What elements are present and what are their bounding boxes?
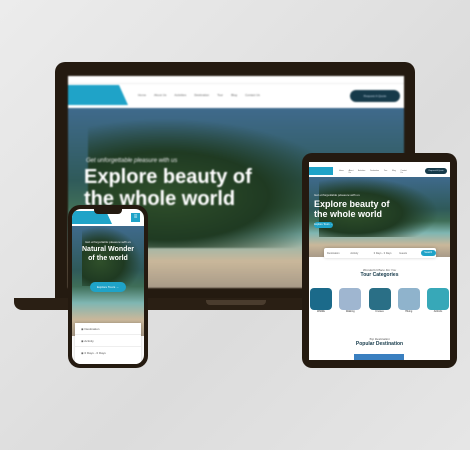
phone-notch	[94, 209, 122, 214]
nav-item[interactable]: Contact Us	[245, 93, 260, 97]
category-card[interactable]: Cruises	[368, 288, 391, 313]
nav-item[interactable]: Contact Us	[401, 169, 407, 174]
category-card[interactable]: Airbirds	[427, 288, 449, 313]
search-destination[interactable]: Destination	[327, 252, 346, 255]
tablet-screen: Home About Us Activities Destination Tou…	[309, 162, 450, 360]
quote-button[interactable]: Request A Quote	[425, 168, 447, 174]
search-bar: Destination Activity 0 Days - 0 Days Gue…	[324, 248, 436, 258]
nav: Home About Us Activities Destination Tou…	[339, 169, 412, 174]
nav-item[interactable]: Blog	[392, 169, 396, 174]
top-bar	[68, 76, 404, 84]
nav-item[interactable]: Destination	[370, 169, 379, 174]
categories-title: Tour Categories	[360, 272, 399, 278]
popular-title: Popular Destination	[355, 341, 404, 347]
hero-title-line1: Natural Wonder	[82, 246, 134, 253]
field-destination[interactable]: ◉ Destination	[75, 323, 141, 335]
field-activity[interactable]: ◉ Activity	[75, 335, 141, 347]
nav-item[interactable]: Home	[138, 93, 146, 97]
nav: Home About Us Activities Destination Tou…	[138, 93, 268, 97]
explore-tours-button[interactable]: Explore Tours →	[314, 222, 333, 228]
nav-item[interactable]: Tour	[384, 169, 388, 174]
phone-screen: ≡ Get unforgettable pleasure with us Nat…	[72, 209, 144, 364]
nav-item[interactable]: Activities	[358, 169, 365, 174]
hero-tagline: Get unforgettable pleasure with us	[86, 158, 178, 164]
search-activity[interactable]: Activity	[350, 252, 369, 255]
hero-title-line2: of the world	[88, 255, 128, 262]
hero-tagline: Get unforgettable pleasure with us	[85, 240, 131, 244]
quote-button[interactable]: Request A Quote	[350, 90, 400, 102]
hero-title-line1: Explore beauty of	[84, 166, 252, 188]
nav-item[interactable]: Tour	[217, 93, 223, 97]
search-days[interactable]: 0 Days - 0 Days	[374, 252, 395, 255]
nav-item[interactable]: Home	[339, 169, 344, 174]
field-days[interactable]: ◉ 0 Days - 0 Days	[75, 347, 141, 359]
logo	[68, 85, 128, 105]
laptop-notch	[206, 300, 266, 305]
hero-tagline: Get unforgettable pleasure with us	[314, 193, 360, 197]
nav-item[interactable]: About Us	[154, 93, 166, 97]
nav-item[interactable]: About Us	[349, 169, 354, 174]
menu-button[interactable]: ≡	[131, 213, 140, 222]
hero: Get unforgettable pleasure with us Natur…	[72, 226, 144, 336]
search-panel: ◉ Destination ◉ Activity ◉ 0 Days - 0 Da…	[75, 323, 141, 364]
nav-item[interactable]: Blog	[231, 93, 237, 97]
category-card[interactable]: Walking	[339, 288, 362, 313]
explore-tours-button[interactable]: Explore Tours →	[90, 282, 126, 292]
destination-image	[354, 354, 404, 360]
hero-title-line1: Explore beauty of	[314, 199, 390, 209]
categories-list: Wildlife Walking Cruises Hiking Airbirds	[309, 288, 450, 313]
hero: Get unforgettable pleasure with us Explo…	[309, 177, 450, 257]
search-button[interactable]: Search	[420, 250, 436, 256]
search-guests[interactable]: Guests	[399, 252, 416, 255]
category-card[interactable]: Wildlife	[310, 288, 332, 313]
nav-item[interactable]: Activities	[174, 93, 186, 97]
logo	[309, 167, 333, 175]
category-card[interactable]: Hiking	[397, 288, 420, 313]
nav-item[interactable]: Destination	[194, 93, 209, 97]
hero-title-line2: the whole world	[314, 209, 383, 219]
